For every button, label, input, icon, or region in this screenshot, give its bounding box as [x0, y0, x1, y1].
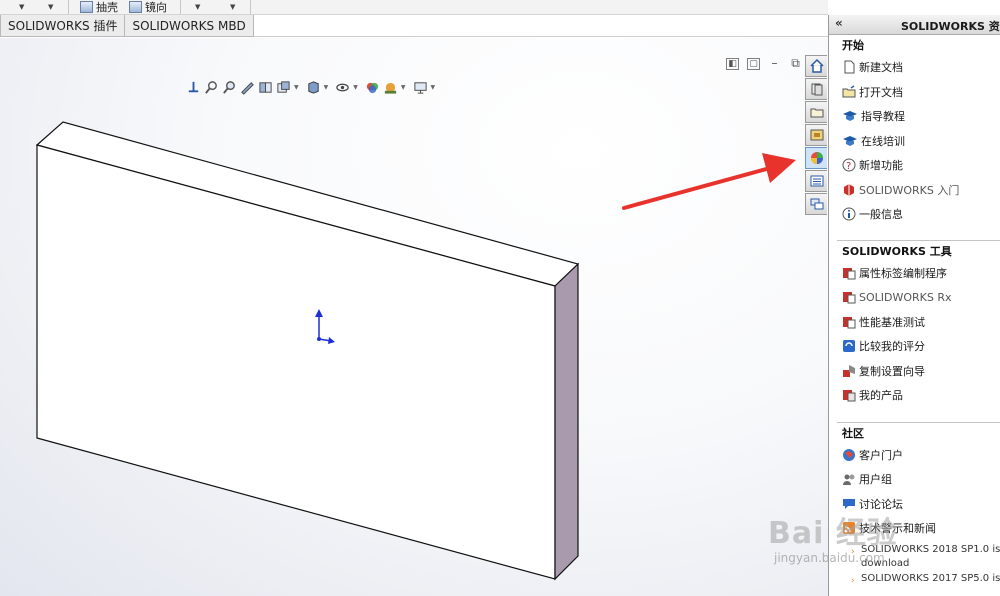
- tab-solidworks-mbd[interactable]: SOLIDWORKS MBD: [124, 15, 254, 37]
- tab-view-palette[interactable]: [805, 124, 827, 146]
- copy-settings-icon: [843, 364, 855, 377]
- hide-show-items-icon[interactable]: [335, 80, 350, 95]
- property-tab-builder-icon: [843, 267, 856, 280]
- display-style-icon[interactable]: [306, 80, 321, 95]
- dropdown-arrow-icon[interactable]: ▼: [431, 84, 436, 91]
- command-tabs: SOLIDWORKS 插件 SOLIDWORKS MBD: [0, 15, 828, 37]
- panel-header: « SOLIDWORKS 资源: [829, 15, 1000, 35]
- restore-tile-icon[interactable]: ◧: [726, 58, 739, 70]
- link-performance-benchmark[interactable]: 性能基准测试: [829, 310, 1000, 335]
- dropdown-arrow-icon[interactable]: ▼: [401, 84, 406, 91]
- tab-solidworks-forum[interactable]: [805, 193, 827, 215]
- graphics-viewport[interactable]: ▼ ▼ ▼ ▼ ▼ ◧ ▢ – ⧉ ✕: [0, 38, 828, 596]
- online-training-icon: [843, 135, 857, 146]
- watermark-url: jingyan.baidu.com: [774, 551, 885, 565]
- dropdown-arrow-icon[interactable]: ▼: [230, 0, 235, 14]
- dropdown-arrow-icon[interactable]: ▼: [48, 0, 53, 14]
- tab-solidworks-addins[interactable]: SOLIDWORKS 插件: [0, 15, 126, 37]
- collapse-panel-button[interactable]: «: [835, 16, 843, 30]
- appearances-icon: [810, 152, 823, 164]
- design-library-icon: [811, 83, 822, 96]
- dropdown-arrow-icon[interactable]: ▼: [353, 84, 358, 91]
- link-solidworks-intro[interactable]: SOLIDWORKS 入门: [829, 178, 1000, 203]
- forum-icon: [810, 198, 823, 210]
- benchmark-icon: [843, 316, 856, 329]
- user-group-icon: [843, 474, 855, 486]
- folder-icon: [810, 108, 823, 118]
- section-title-tools: SOLIDWORKS 工具: [842, 244, 952, 258]
- link-compare-score[interactable]: 比较我的评分: [829, 334, 1000, 359]
- annotation-arrow: [622, 153, 796, 210]
- section-title-getting-started: 开始: [842, 39, 864, 52]
- link-new-document[interactable]: 新建文档: [829, 55, 1000, 80]
- rx-icon: [843, 292, 856, 304]
- tab-design-library[interactable]: [805, 78, 827, 100]
- dropdown-arrow-icon[interactable]: ▼: [294, 84, 299, 91]
- maximize-icon[interactable]: ⧉: [789, 57, 802, 70]
- open-document-icon: [842, 85, 856, 98]
- svg-text:?: ?: [846, 161, 851, 172]
- link-general-info[interactable]: 一般信息: [829, 202, 1000, 227]
- mirror-icon: [129, 1, 142, 13]
- zoom-to-fit-icon[interactable]: [186, 80, 201, 95]
- tab-solidworks-resources[interactable]: [805, 55, 827, 77]
- watermark-logo: Bai 经验: [768, 516, 898, 551]
- link-user-group[interactable]: 用户组: [829, 467, 1000, 492]
- info-icon: [842, 207, 856, 221]
- intro-icon: [844, 183, 854, 196]
- whats-new-icon: ?: [842, 158, 856, 172]
- link-tutorials[interactable]: 指导教程: [829, 104, 1000, 129]
- link-copy-settings-wizard[interactable]: 复制设置向导: [829, 359, 1000, 384]
- dropdown-arrow-icon[interactable]: ▼: [19, 0, 24, 14]
- customer-portal-icon: [843, 448, 855, 461]
- section-view-icon[interactable]: [240, 80, 255, 95]
- view-settings-icon[interactable]: [413, 80, 428, 95]
- link-my-products[interactable]: 我的产品: [829, 383, 1000, 408]
- custom-properties-icon: [810, 175, 823, 187]
- mirror-button[interactable]: 镜向: [129, 0, 167, 14]
- link-whats-new[interactable]: ? 新增功能: [829, 153, 1000, 178]
- tile-icon[interactable]: ▢: [747, 58, 760, 70]
- previous-view-icon[interactable]: [222, 80, 237, 95]
- command-manager-strip: ▼ ▼ 抽壳 镜向 ▼ ▼: [0, 0, 828, 15]
- task-pane-tabs: [805, 55, 828, 215]
- model-canvas: [35, 121, 796, 581]
- heads-up-view-toolbar: ▼ ▼ ▼ ▼ ▼: [186, 78, 439, 96]
- new-document-icon: [844, 60, 855, 74]
- separator: [250, 0, 251, 14]
- tab-file-explorer[interactable]: [805, 101, 827, 123]
- block-side-face[interactable]: [554, 262, 579, 581]
- edit-appearance-icon[interactable]: [365, 80, 380, 95]
- panel-title: SOLIDWORKS 资源: [901, 20, 1000, 33]
- zoom-area-icon[interactable]: [204, 80, 219, 95]
- separator: [68, 0, 69, 14]
- separator: [180, 0, 181, 14]
- link-customer-portal[interactable]: 客户门户: [829, 443, 1000, 468]
- section-title-community: 社区: [842, 426, 864, 440]
- tab-custom-properties[interactable]: [805, 170, 827, 192]
- tab-appearances-scenes[interactable]: [805, 147, 827, 169]
- apply-scene-icon[interactable]: [383, 80, 398, 95]
- minimize-icon[interactable]: –: [768, 57, 781, 70]
- view-orientation-icon[interactable]: [276, 80, 291, 95]
- link-property-tab-builder[interactable]: 属性标签编制程序: [829, 261, 1000, 286]
- view-palette-icon: [810, 129, 823, 141]
- shell-button[interactable]: 抽壳: [80, 0, 118, 14]
- dropdown-arrow-icon[interactable]: ▼: [324, 84, 329, 91]
- dropdown-arrow-icon[interactable]: ▼: [195, 0, 200, 14]
- home-icon: [809, 59, 824, 73]
- my-products-icon: [843, 390, 856, 402]
- shell-icon: [80, 1, 93, 13]
- dynamic-annotation-icon[interactable]: [258, 80, 273, 95]
- link-open-document[interactable]: 打开文档: [829, 80, 1000, 105]
- link-solidworks-rx[interactable]: SOLIDWORKS Rx: [829, 285, 1000, 310]
- baidu-jingyan-watermark: Bai 经验 jingyan.baidu.com: [768, 508, 1000, 596]
- link-online-training[interactable]: 在线培训: [829, 129, 1000, 154]
- tutorial-icon: [843, 111, 857, 122]
- compare-score-icon: [843, 340, 855, 353]
